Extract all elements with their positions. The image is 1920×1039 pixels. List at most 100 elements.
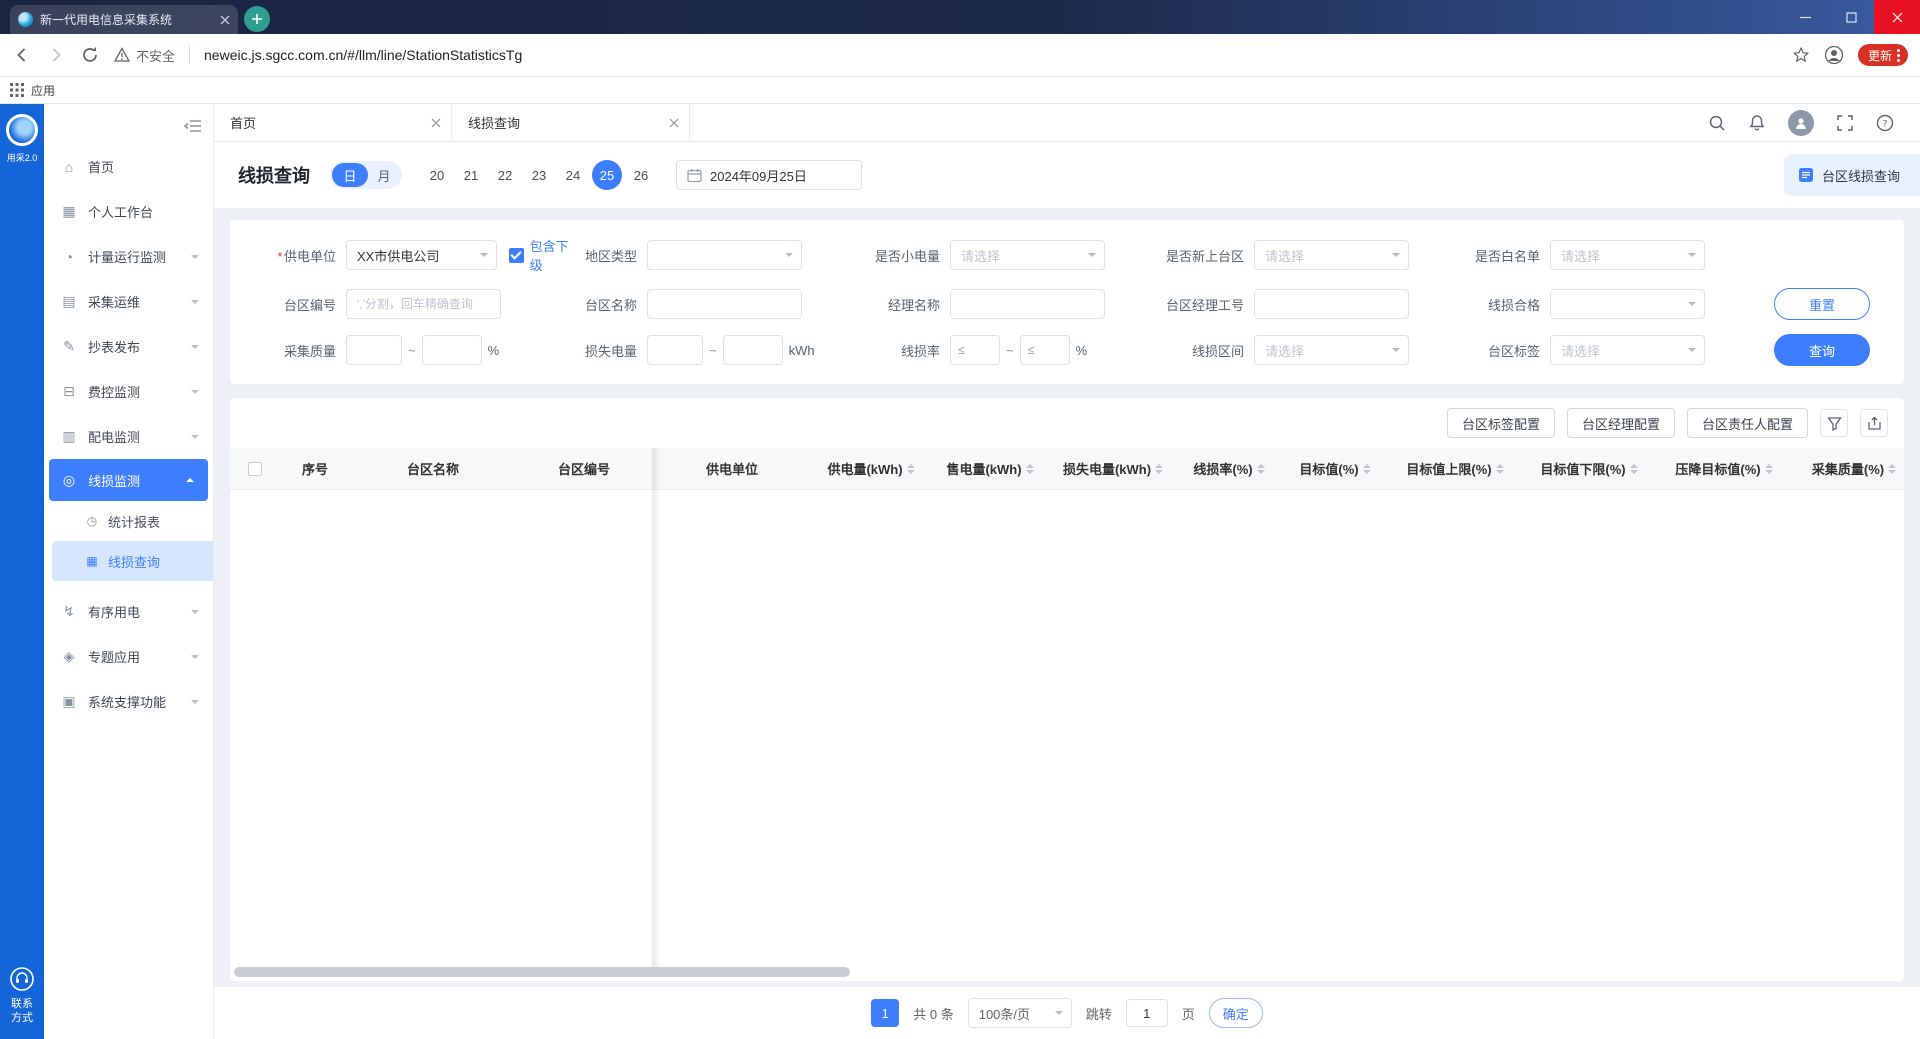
- new-station-select[interactable]: 请选择: [1254, 240, 1409, 270]
- station-tag-config-button[interactable]: 台区标签配置: [1447, 408, 1555, 438]
- help-icon[interactable]: ?: [1876, 114, 1894, 132]
- loss-power-min-input[interactable]: [647, 335, 703, 365]
- manager-id-input[interactable]: [1254, 289, 1409, 319]
- sidebar-item-fee-control[interactable]: ⊟ 费控监测: [44, 369, 213, 414]
- sidebar-item-special-apps[interactable]: ◈ 专题应用: [44, 634, 213, 679]
- reset-button[interactable]: 重置: [1774, 288, 1870, 320]
- browser-tab[interactable]: 新一代用电信息采集系统: [10, 5, 238, 34]
- fullscreen-icon[interactable]: [1836, 114, 1854, 132]
- sidebar-item-collection-ops[interactable]: ▤ 采集运维: [44, 279, 213, 324]
- collect-quality-max-input[interactable]: [422, 335, 482, 365]
- station-tag-select[interactable]: 请选择: [1550, 335, 1705, 365]
- tab-close-icon[interactable]: [669, 118, 679, 128]
- confirm-button[interactable]: 确定: [1209, 998, 1263, 1028]
- window-maximize-button[interactable]: [1828, 0, 1874, 34]
- sidebar-item-meter-reading[interactable]: ✎ 抄表发布: [44, 324, 213, 369]
- notification-bell-icon[interactable]: [1748, 114, 1766, 132]
- sidebar-item-orderly-power[interactable]: ↯ 有序用电: [44, 589, 213, 634]
- col-target-lower[interactable]: 目标值下限(%): [1522, 448, 1656, 489]
- new-tab-button[interactable]: [244, 6, 270, 32]
- apps-grid-icon[interactable]: [10, 83, 24, 97]
- date-option[interactable]: 23: [524, 160, 554, 190]
- column-filter-button[interactable]: [1820, 409, 1848, 437]
- table-actions: 台区标签配置 台区经理配置 台区责任人配置: [230, 398, 1904, 448]
- collect-quality-min-input[interactable]: [346, 335, 402, 365]
- small-power-select[interactable]: 请选择: [950, 240, 1105, 270]
- supply-unit-select[interactable]: XX市供电公司: [346, 240, 497, 270]
- select-all-checkbox[interactable]: [248, 462, 262, 476]
- station-no-input[interactable]: [346, 289, 501, 319]
- content-tab-line-loss-query[interactable]: 线损查询: [452, 104, 690, 141]
- loss-rate-max-input[interactable]: ≤: [1020, 335, 1070, 365]
- window-close-button[interactable]: [1874, 0, 1920, 34]
- loss-power-max-input[interactable]: [723, 335, 783, 365]
- jump-page-input[interactable]: [1126, 999, 1168, 1027]
- query-button[interactable]: 查询: [1774, 334, 1870, 366]
- include-subordinate-checkbox[interactable]: 包含下级: [509, 236, 580, 274]
- url-text[interactable]: neweic.js.sgcc.com.cn/#/llm/line/Station…: [204, 47, 1778, 63]
- scrollbar-thumb[interactable]: [234, 967, 850, 977]
- date-option[interactable]: 26: [626, 160, 656, 190]
- sidebar-item-workbench[interactable]: ▦ 个人工作台: [44, 189, 213, 234]
- tab-close-icon[interactable]: [431, 118, 441, 128]
- station-owner-config-button[interactable]: 台区责任人配置: [1687, 408, 1808, 438]
- content-tab-home[interactable]: 首页: [214, 104, 452, 141]
- forward-icon[interactable]: [46, 45, 66, 65]
- date-option[interactable]: 21: [456, 160, 486, 190]
- station-manager-config-button[interactable]: 台区经理配置: [1567, 408, 1675, 438]
- sort-icon: [1257, 460, 1265, 478]
- toggle-day[interactable]: 日: [332, 163, 368, 187]
- browser-update-menu-button[interactable]: 更新: [1858, 44, 1908, 66]
- loss-qualified-select[interactable]: [1550, 289, 1705, 319]
- col-supply-power[interactable]: 供电量(kWh): [812, 448, 930, 489]
- sidebar-item-distribution-monitor[interactable]: ▥ 配电监测: [44, 414, 213, 459]
- back-icon[interactable]: [12, 45, 32, 65]
- loss-range-select[interactable]: 请选择: [1254, 335, 1409, 365]
- percent-unit: %: [488, 343, 500, 358]
- sidebar-subitem-statistic-report[interactable]: ◷ 统计报表: [44, 501, 213, 541]
- region-type-select[interactable]: [647, 240, 802, 270]
- browser-profile-icon[interactable]: [1824, 45, 1844, 65]
- chevron-down-icon: [1688, 302, 1696, 310]
- col-target-upper[interactable]: 目标值上限(%): [1388, 448, 1522, 489]
- date-option[interactable]: 24: [558, 160, 588, 190]
- window-minimize-button[interactable]: [1782, 0, 1828, 34]
- whitelist-select[interactable]: 请选择: [1550, 240, 1705, 270]
- page-number-button[interactable]: 1: [871, 999, 899, 1027]
- col-drop-target[interactable]: 压降目标值(%): [1656, 448, 1792, 489]
- bookmark-star-icon[interactable]: [1792, 46, 1810, 64]
- user-avatar[interactable]: [1788, 110, 1814, 136]
- filter-whitelist: 是否白名单 请选择: [1470, 240, 1760, 270]
- station-line-loss-query-chip[interactable]: 台区线损查询: [1784, 154, 1920, 196]
- date-picker-input[interactable]: 2024年09月25日: [676, 160, 862, 190]
- station-name-input[interactable]: [647, 289, 802, 319]
- sidebar-item-line-loss-monitor[interactable]: ◎ 线损监测: [49, 459, 208, 501]
- col-collect-quality[interactable]: 采集质量(%): [1792, 448, 1916, 489]
- date-option[interactable]: 20: [422, 160, 452, 190]
- sidebar-item-home[interactable]: ⌂ 首页: [44, 144, 213, 189]
- apps-bookmark-label[interactable]: 应用: [31, 82, 55, 99]
- col-loss-rate[interactable]: 线损率(%): [1176, 448, 1282, 489]
- col-target[interactable]: 目标值(%): [1282, 448, 1388, 489]
- date-option-selected[interactable]: 25: [592, 160, 622, 190]
- filter-loss-power: 损失电量 ~ kWh: [580, 335, 870, 365]
- page-size-select[interactable]: 100条/页: [968, 998, 1072, 1028]
- search-icon[interactable]: [1708, 114, 1726, 132]
- select-all-cell[interactable]: [230, 448, 280, 489]
- sidebar-item-metering-monitor[interactable]: ◔ 计量运行监测: [44, 234, 213, 279]
- loss-rate-min-input[interactable]: ≤: [950, 335, 1000, 365]
- sidebar-subitem-line-loss-query[interactable]: ▦ 线损查询: [52, 541, 213, 581]
- manager-name-input[interactable]: [950, 289, 1105, 319]
- date-option[interactable]: 22: [490, 160, 520, 190]
- browser-tab-close-icon[interactable]: [220, 15, 230, 25]
- security-chip[interactable]: 不安全: [114, 46, 175, 65]
- sidebar-collapse-icon[interactable]: [184, 119, 201, 133]
- filter-panel: *供电单位 XX市供电公司 包含下级 地区类型: [230, 220, 1904, 384]
- export-button[interactable]: [1860, 409, 1888, 437]
- contact-block[interactable]: 联系 方式: [9, 966, 35, 1025]
- col-sold-power[interactable]: 售电量(kWh): [930, 448, 1050, 489]
- col-loss-power[interactable]: 损失电量(kWh): [1050, 448, 1176, 489]
- toggle-month[interactable]: 月: [368, 166, 400, 185]
- sidebar-item-system-support[interactable]: ▣ 系统支撑功能: [44, 679, 213, 724]
- refresh-icon[interactable]: [80, 45, 100, 65]
